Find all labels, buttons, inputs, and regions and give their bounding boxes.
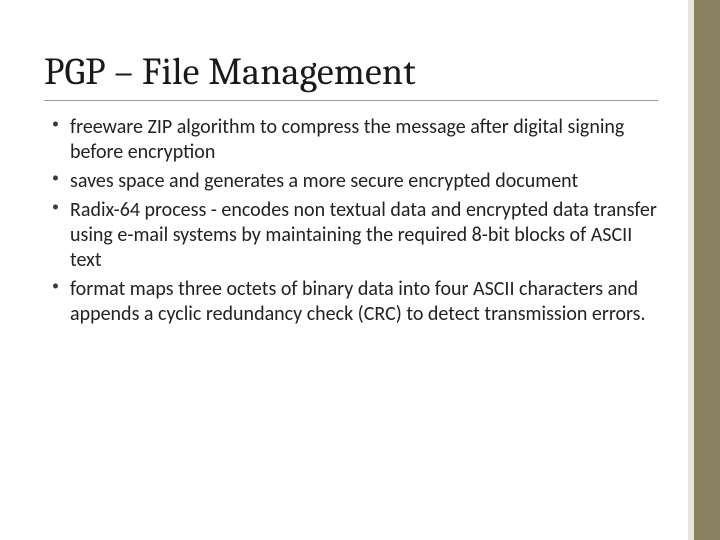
list-item: saves space and generates a more secure …: [70, 169, 658, 194]
title-underline: [44, 100, 658, 101]
accent-side-band: [694, 0, 720, 540]
slide-title: PGP – File Management: [44, 50, 658, 94]
list-item: format maps three octets of binary data …: [70, 277, 658, 327]
slide-body: PGP – File Management freeware ZIP algor…: [0, 0, 688, 540]
bullet-list: freeware ZIP algorithm to compress the m…: [44, 115, 658, 327]
list-item: Radix-64 process - encodes non textual d…: [70, 198, 658, 273]
accent-side-band-light: [688, 0, 694, 540]
list-item: freeware ZIP algorithm to compress the m…: [70, 115, 658, 165]
